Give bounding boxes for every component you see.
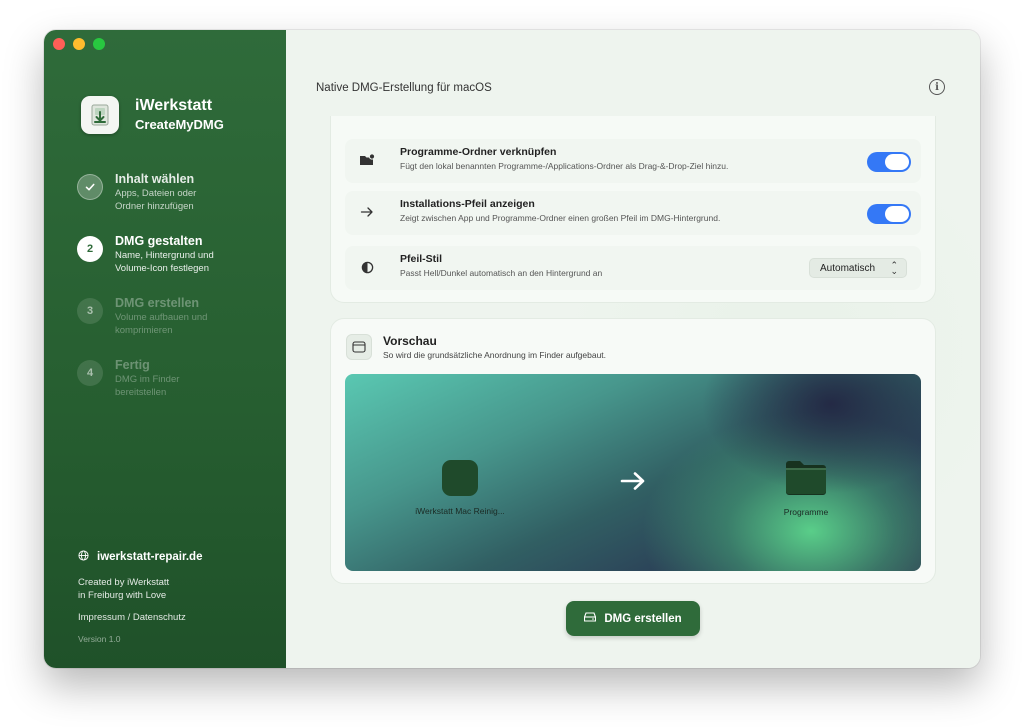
step-desc: bereitstellen — [115, 387, 167, 398]
preview-folder-item: Programme — [765, 458, 847, 517]
step-list: Inhalt wählen Apps, Dateien oder Ordner … — [77, 172, 214, 420]
step-desc: Apps, Dateien oder — [115, 188, 197, 199]
step-desc: Ordner hinzufügen — [115, 201, 194, 212]
preview-subtitle: So wird die grundsätzliche Anordnung im … — [383, 350, 607, 360]
credits-line: in Freiburg with Love — [78, 590, 167, 601]
folder-badge-icon — [359, 152, 375, 168]
app-window: iWerkstatt CreateMyDMG Inhalt wählen App… — [44, 30, 980, 668]
applications-link-toggle[interactable] — [867, 152, 911, 172]
globe-icon — [78, 550, 89, 564]
install-arrow-icon — [620, 471, 646, 496]
arrow-style-select[interactable]: Automatisch ⌃ ⌄ — [809, 258, 907, 278]
preview-title: Vorschau — [383, 334, 437, 348]
step-number: 3 — [77, 298, 103, 324]
step-build[interactable]: 3 DMG erstellen Volume aufbauen und komp… — [77, 296, 214, 358]
step-number: 2 — [77, 236, 103, 262]
app-name: iWerkstatt — [135, 96, 213, 114]
settings-card: Programme-Ordner verknüpfen Fügt den lok… — [330, 116, 936, 303]
step-content[interactable]: Inhalt wählen Apps, Dateien oder Ordner … — [77, 172, 214, 234]
preview-app-label: iWerkstatt Mac Reinig... — [415, 506, 505, 516]
step-title: Inhalt wählen — [115, 172, 195, 186]
preview-folder-label: Programme — [783, 507, 829, 517]
close-window-button[interactable] — [53, 38, 65, 50]
step-design[interactable]: 2 DMG gestalten Name, Hintergrund und Vo… — [77, 234, 214, 296]
step-desc: Volume aufbauen und — [115, 312, 208, 323]
product-name: CreateMyDMG — [135, 116, 224, 132]
website-label: iwerkstatt-repair.de — [97, 551, 203, 563]
app-logo-icon — [81, 96, 119, 134]
option-title: Programme-Ordner verknüpfen — [400, 146, 557, 158]
option-row-applications-link: Programme-Ordner verknüpfen Fügt den lok… — [345, 139, 921, 183]
chevron-updown-icon: ⌃ ⌄ — [890, 260, 898, 276]
option-desc: Passt Hell/Dunkel automatisch an den Hin… — [400, 268, 603, 278]
disk-drive-icon — [584, 612, 597, 625]
step-number: 4 — [77, 360, 103, 386]
preview-app-item: iWerkstatt Mac Reinig... — [405, 460, 515, 516]
step-title: Fertig — [115, 358, 150, 372]
half-circle-icon — [359, 259, 375, 275]
brand: iWerkstatt CreateMyDMG — [81, 96, 224, 134]
legal-link[interactable]: Impressum / Datenschutz — [78, 612, 202, 623]
window-icon — [346, 334, 372, 360]
option-desc: Zeigt zwischen App und Programme-Ordner … — [400, 213, 721, 223]
finder-preview: iWerkstatt Mac Reinig... Programme — [345, 374, 921, 571]
option-title: Installations-Pfeil anzeigen — [400, 198, 535, 210]
info-icon[interactable]: i — [929, 79, 945, 95]
app-placeholder-icon — [442, 460, 478, 496]
option-title: Pfeil-Stil — [400, 253, 443, 265]
zoom-window-button[interactable] — [93, 38, 105, 50]
checkmark-icon — [77, 174, 103, 200]
option-desc: Fügt den lokal benannten Programme-/Appl… — [400, 161, 729, 171]
main-panel: Native DMG-Erstellung für macOS i Progra… — [286, 30, 980, 668]
page-title: Native DMG-Erstellung für macOS — [316, 82, 492, 94]
preview-card: Vorschau So wird die grundsätzliche Anor… — [330, 318, 936, 584]
install-arrow-toggle[interactable] — [867, 204, 911, 224]
step-desc: Name, Hintergrund und — [115, 250, 214, 261]
step-desc: DMG im Finder — [115, 374, 180, 385]
option-row-arrow-style: Pfeil-Stil Passt Hell/Dunkel automatisch… — [345, 246, 921, 290]
step-title: DMG erstellen — [115, 296, 200, 310]
step-title: DMG gestalten — [115, 234, 203, 248]
website-link[interactable]: iwerkstatt-repair.de — [78, 550, 202, 564]
build-dmg-button[interactable]: DMG erstellen — [566, 601, 700, 636]
build-dmg-label: DMG erstellen — [604, 612, 682, 625]
step-desc: Volume-Icon festlegen — [115, 263, 210, 274]
minimize-window-button[interactable] — [73, 38, 85, 50]
sidebar: iWerkstatt CreateMyDMG Inhalt wählen App… — [44, 30, 286, 668]
credits-line: Created by iWerkstatt — [78, 577, 170, 588]
folder-icon — [765, 458, 847, 501]
step-desc: komprimieren — [115, 325, 173, 336]
option-row-install-arrow: Installations-Pfeil anzeigen Zeigt zwisc… — [345, 191, 921, 235]
arrow-right-icon — [359, 204, 375, 220]
credits: Created by iWerkstatt in Freiburg with L… — [78, 576, 202, 602]
sidebar-footer: iwerkstatt-repair.de Created by iWerksta… — [78, 550, 202, 644]
version-label: Version 1.0 — [78, 634, 121, 644]
step-done[interactable]: 4 Fertig DMG im Finder bereitstellen — [77, 358, 214, 420]
window-controls — [53, 38, 105, 50]
arrow-style-value: Automatisch — [820, 262, 876, 274]
